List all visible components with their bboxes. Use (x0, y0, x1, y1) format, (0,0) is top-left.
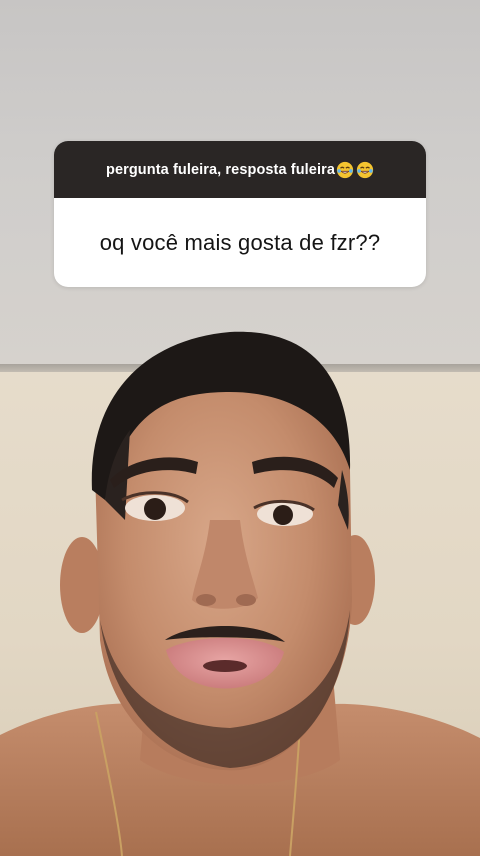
emoji-group (336, 161, 374, 179)
question-text: oq você mais gosta de fzr?? (99, 229, 381, 255)
person-video-frame (0, 331, 480, 856)
story-background: pergunta fuleira, resposta fuleira oq vo… (0, 0, 480, 856)
laughing-with-tears-emoji-icon (356, 161, 374, 178)
question-sticker: pergunta fuleira, resposta fuleira oq vo… (54, 141, 426, 287)
question-sticker-header: pergunta fuleira, resposta fuleira (54, 141, 426, 198)
question-prompt: pergunta fuleira, resposta fuleira (105, 161, 335, 178)
question-sticker-body: oq você mais gosta de fzr?? (54, 198, 426, 287)
laughing-with-tears-emoji-icon (336, 161, 354, 178)
